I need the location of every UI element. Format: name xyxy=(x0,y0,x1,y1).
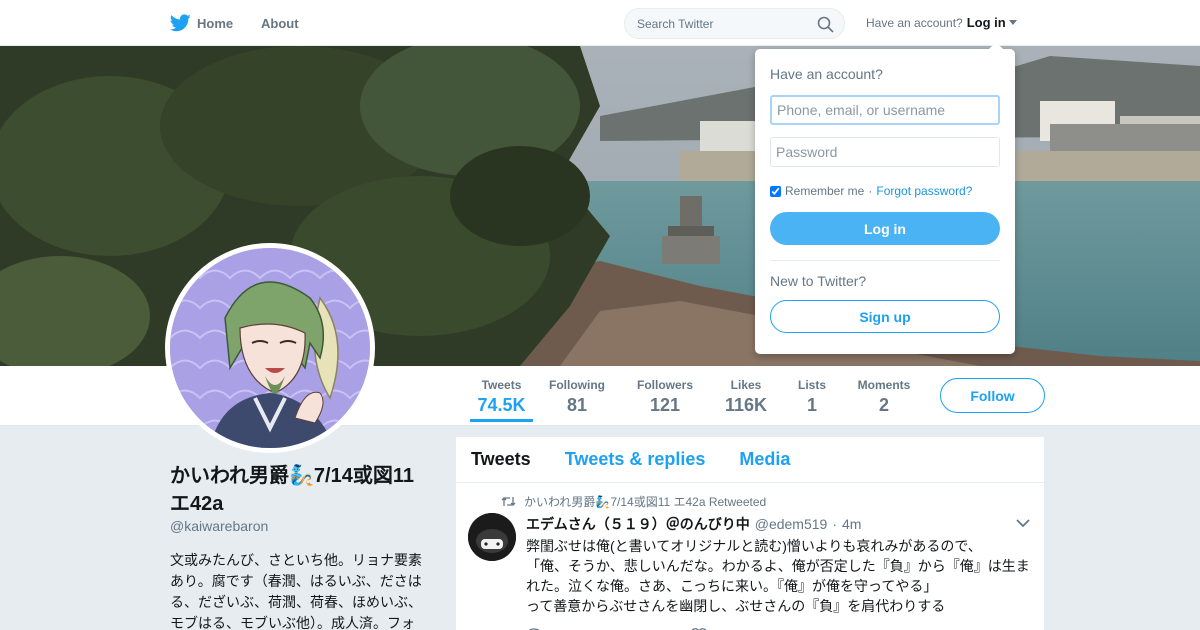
stat-label: Following xyxy=(549,378,605,392)
stat-lists[interactable]: Lists 1 xyxy=(796,378,828,416)
login-dropdown: Have an account? Remember me · Forgot pa… xyxy=(755,49,1015,354)
username-field[interactable] xyxy=(770,95,1000,125)
nav-about-link[interactable]: About xyxy=(261,12,299,34)
stat-label: Moments xyxy=(857,378,911,392)
stat-tweets[interactable]: Tweets 74.5K xyxy=(470,378,533,422)
search-icon[interactable] xyxy=(817,16,834,33)
timeline: Tweets Tweets & replies Media かいわれ男爵🧞7/1… xyxy=(456,437,1044,630)
remember-row: Remember me · Forgot password? xyxy=(770,184,972,198)
follow-button[interactable]: Follow xyxy=(940,378,1045,413)
stat-label: Followers xyxy=(636,378,693,392)
search-box xyxy=(624,8,845,39)
twitter-bird-icon xyxy=(170,14,191,32)
retweet-context: かいわれ男爵🧞7/14或図11 エ42a Retweeted xyxy=(501,493,766,510)
stat-label: Tweets xyxy=(481,378,522,392)
login-link-label: Log in xyxy=(966,15,1006,30)
tweet-text-line: 「俺、そうか、悲しいんだな。わかるよ、俺が否定した『負』から『俺』は生まれた。泣… xyxy=(526,558,1030,594)
tab-media[interactable]: Media xyxy=(739,449,790,470)
stat-value: 1 xyxy=(806,395,817,415)
login-area: Have an account? Log in xyxy=(866,15,1017,30)
remember-me-checkbox[interactable] xyxy=(770,185,781,197)
tab-tweets[interactable]: Tweets xyxy=(471,449,531,470)
profile-name[interactable]: かいわれ男爵🧞7/14或図11 エ42a xyxy=(170,462,430,518)
tweet-author-handle[interactable]: @edem519 xyxy=(755,516,828,532)
nav-home-label: Home xyxy=(197,15,234,31)
stat-label: Likes xyxy=(730,378,762,392)
tweet-item[interactable]: かいわれ男爵🧞7/14或図11 エ42a Retweeted エデムさん（５１９… xyxy=(456,483,1044,630)
timeline-tabs: Tweets Tweets & replies Media xyxy=(456,437,1044,483)
stat-followers[interactable]: Followers 121 xyxy=(636,378,694,416)
tweet-separator: · xyxy=(832,516,837,532)
author-avatar-image xyxy=(468,513,516,561)
top-nav: Home About Have an account? Log in xyxy=(0,0,1200,46)
retweeted-by-text[interactable]: かいわれ男爵🧞7/14或図11 エ42a Retweeted xyxy=(524,493,766,510)
tweet-author-avatar[interactable] xyxy=(468,513,516,561)
have-account-text: Have an account? xyxy=(866,15,963,30)
tweet-text-line: って善意からぶせさんを幽閉し、ぶせさんの『負』を肩代わりする xyxy=(526,598,946,614)
dropdown-divider xyxy=(770,260,1000,261)
stat-moments[interactable]: Moments 2 xyxy=(855,378,913,416)
profile-avatar[interactable] xyxy=(165,243,375,453)
caret-down-icon xyxy=(1008,19,1017,25)
stat-value: 116K xyxy=(724,395,768,415)
forgot-password-link[interactable]: Forgot password? xyxy=(876,184,972,198)
stat-label: Lists xyxy=(797,378,826,392)
chevron-down-icon[interactable] xyxy=(1016,519,1030,528)
password-field[interactable] xyxy=(770,137,1000,167)
stat-value: 81 xyxy=(566,395,588,415)
remember-me-label[interactable]: Remember me xyxy=(785,184,864,198)
tab-tweets-replies[interactable]: Tweets & replies xyxy=(565,449,706,470)
search-input[interactable] xyxy=(625,9,805,38)
tweet-header: エデムさん（５１９）＠のんびり中 @edem519 · 4m xyxy=(526,514,861,534)
new-to-twitter-text: New to Twitter? xyxy=(770,273,867,289)
login-button[interactable]: Log in xyxy=(770,212,1000,245)
profile-bio: 文或みたんび、さといち他。リョナ要素あり。腐です（春潤、はるいぶ、ださはる、だざ… xyxy=(170,552,422,630)
remember-separator: · xyxy=(868,184,873,198)
stat-following[interactable]: Following 81 xyxy=(548,378,606,416)
dropdown-caret xyxy=(988,42,1004,50)
tweet-text-line: 弊閨ぶせは俺(と書いてオリジナルと読む)憎いよりも哀れみがあるので、 xyxy=(526,538,982,554)
tweet-text: 弊閨ぶせは俺(と書いてオリジナルと読む)憎いよりも哀れみがあるので、 「俺、そう… xyxy=(526,536,1036,616)
login-dropdown-toggle[interactable]: Log in xyxy=(967,15,1017,30)
stat-value: 74.5K xyxy=(477,395,526,415)
signup-button[interactable]: Sign up xyxy=(770,300,1000,333)
nav-about-label: About xyxy=(261,15,299,31)
tweet-author-name[interactable]: エデムさん（５１９）＠のんびり中 xyxy=(526,514,750,534)
stat-value: 121 xyxy=(649,395,681,415)
profile-handle[interactable]: @kaiwarebaron xyxy=(170,518,268,534)
avatar-image xyxy=(170,248,370,448)
nav-home-link[interactable]: Home xyxy=(170,12,233,34)
stat-value: 2 xyxy=(878,395,889,415)
retweet-icon xyxy=(501,497,516,506)
stat-likes[interactable]: Likes 116K xyxy=(722,378,770,416)
tweet-timestamp[interactable]: 4m xyxy=(842,516,861,532)
dropdown-heading: Have an account? xyxy=(770,66,883,82)
